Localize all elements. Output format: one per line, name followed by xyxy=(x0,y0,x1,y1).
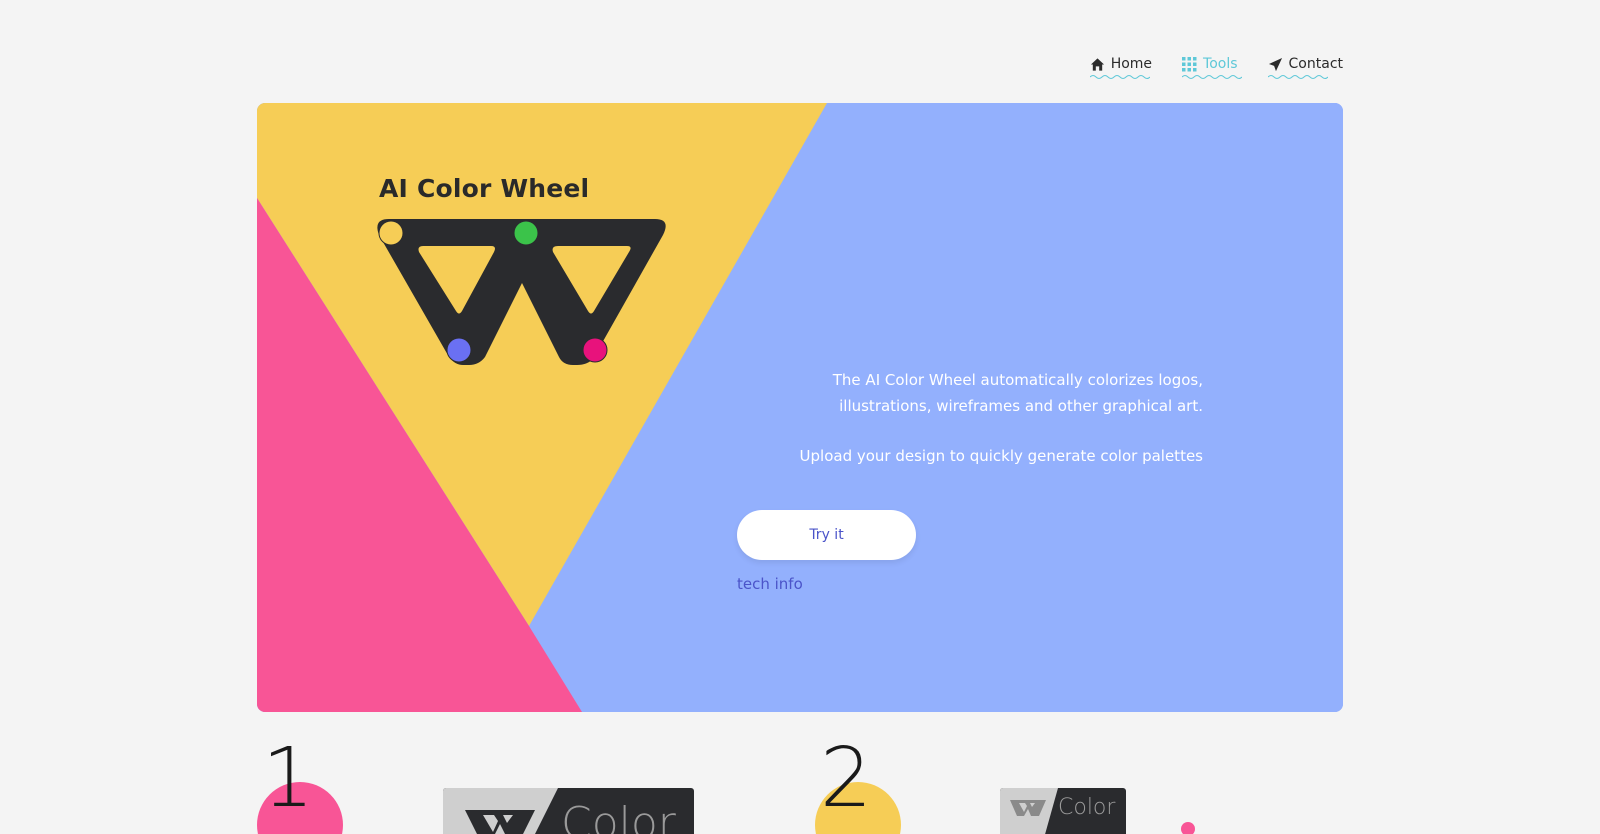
hero-banner: AI Color Wheel The AI Color Wheel automa… xyxy=(257,103,1343,712)
tech-info-link[interactable]: tech info xyxy=(737,575,803,593)
nav-home-link[interactable]: Home xyxy=(1089,56,1153,80)
nav-contact-underline xyxy=(1267,75,1328,79)
step-1-thumbnail: Color xyxy=(443,788,694,834)
step-2-thumbnail: Color xyxy=(1000,788,1126,834)
step-1-thumbnail-text: Color xyxy=(561,798,677,834)
steps-section: 1 Color 2 Color xyxy=(0,731,1600,834)
hero-description-upload: Upload your design to quickly generate c… xyxy=(799,447,1203,465)
step-2-thumbnail-text: Color xyxy=(1058,795,1116,820)
try-it-button[interactable]: Try it xyxy=(737,510,916,560)
nav-tools-label: Tools xyxy=(1203,56,1238,72)
pink-dot xyxy=(1181,822,1195,834)
logo-dot-yellow xyxy=(378,220,404,246)
logo-dot-green xyxy=(513,220,539,246)
paper-plane-icon xyxy=(1268,57,1282,71)
nav-tools-link[interactable]: Tools xyxy=(1182,56,1243,80)
step-1-number: 1 xyxy=(262,731,315,826)
hero-description-intro: The AI Color Wheel automatically coloriz… xyxy=(832,371,1203,415)
nav-tools-underline xyxy=(1182,75,1243,79)
top-nav: Home Tools Contact xyxy=(1089,56,1343,80)
nav-contact-link[interactable]: Contact xyxy=(1267,56,1343,80)
step-1-thumbnail-image: Color xyxy=(443,788,694,834)
page: Home Tools Contact AI Color Wheel The AI… xyxy=(0,0,1600,834)
page-title: AI Color Wheel xyxy=(379,174,590,203)
hero-description: The AI Color Wheel automatically coloriz… xyxy=(763,367,1203,469)
nav-contact-label: Contact xyxy=(1288,56,1343,72)
nav-home-underline xyxy=(1089,75,1150,79)
step-2-number: 2 xyxy=(820,731,873,826)
nav-home-label: Home xyxy=(1110,56,1153,72)
color-wheel-logo xyxy=(377,219,666,365)
grid-icon xyxy=(1182,56,1197,71)
logo-dot-pink xyxy=(582,337,608,363)
step-2-thumbnail-image: Color xyxy=(1000,788,1126,834)
home-icon xyxy=(1090,57,1104,71)
logo-dot-blue xyxy=(446,337,472,363)
